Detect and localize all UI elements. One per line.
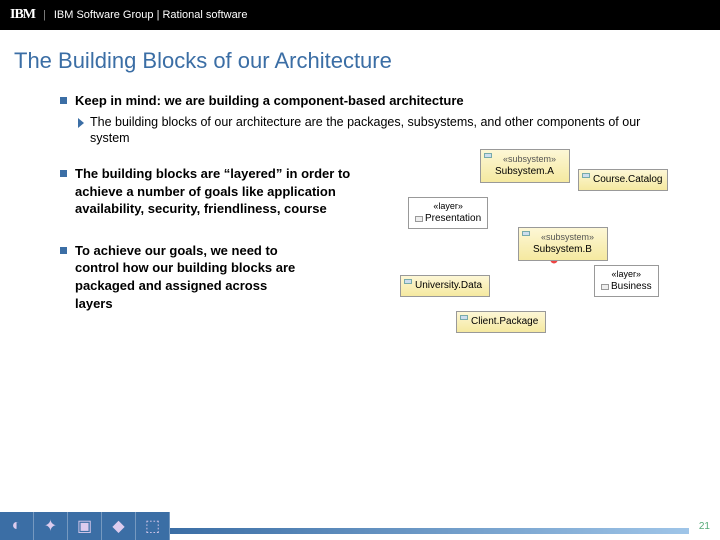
subsystem-a-label: Subsystem.A (495, 165, 564, 179)
bullet-square-icon (60, 97, 67, 104)
bullet-1-sub: The building blocks of our architecture … (78, 114, 680, 148)
stereotype-label: «layer» (415, 200, 481, 212)
ibm-logo: IBM (10, 7, 35, 23)
business-layer-box: «layer» Business (594, 265, 659, 297)
bullet-1: Keep in mind: we are building a componen… (60, 92, 680, 110)
header-divider: | (43, 9, 46, 21)
stereotype-label: «layer» (601, 268, 652, 280)
bullet-2-text: The building blocks are “layered” in ord… (75, 165, 374, 218)
folder-icon (484, 153, 492, 158)
course-catalog-box: Course.Catalog (578, 169, 668, 191)
subsystem-b-box: «subsystem» Subsystem.B (518, 227, 608, 261)
university-data-box: University.Data (400, 275, 490, 297)
client-package-label: Client.Package (471, 315, 540, 329)
subsystem-b-label: Subsystem.B (533, 243, 602, 257)
header-group: IBM Software Group | Rational software (54, 9, 248, 21)
footer-icon: ◐ (0, 512, 34, 540)
university-data-label: University.Data (415, 279, 484, 293)
page-number: 21 (689, 521, 720, 532)
course-catalog-label: Course.Catalog (593, 173, 662, 187)
stereotype-label: «subsystem» (533, 231, 602, 243)
bullet-square-icon (60, 247, 67, 254)
footer-icon: ▣ (68, 512, 102, 540)
bullet-triangle-icon (78, 118, 84, 128)
footer-icon: ✦ (34, 512, 68, 540)
bullet-3-text: To achieve our goals, we need to control… (75, 242, 300, 312)
stereotype-label: «subsystem» (495, 153, 564, 165)
folder-icon (460, 315, 468, 320)
folder-icon (582, 173, 590, 178)
bullet-1-text: Keep in mind: we are building a componen… (75, 92, 464, 110)
folder-icon (601, 284, 609, 290)
bullet-1-sub-text: The building blocks of our architecture … (90, 114, 680, 148)
subsystem-a-box: «subsystem» Subsystem.A (480, 149, 570, 183)
slide-title: The Building Blocks of our Architecture (0, 30, 720, 84)
bullet-3: To achieve our goals, we need to control… (60, 242, 300, 312)
business-label: Business (611, 281, 652, 292)
header-bar: IBM | IBM Software Group | Rational soft… (0, 0, 720, 30)
bullet-2: The building blocks are “layered” in ord… (60, 165, 374, 218)
footer-gradient-bar (170, 528, 689, 534)
folder-icon (404, 279, 412, 284)
folder-icon (522, 231, 530, 236)
bullet-square-icon (60, 170, 67, 177)
footer-icon: ◆ (102, 512, 136, 540)
footer-icon-strip: ◐ ✦ ▣ ◆ ⬚ (0, 512, 170, 540)
presentation-label: Presentation (425, 213, 481, 224)
slide-body: Keep in mind: we are building a componen… (0, 92, 720, 316)
footer: ◐ ✦ ▣ ◆ ⬚ 21 (0, 512, 720, 540)
client-package-box: Client.Package (456, 311, 546, 333)
presentation-layer-box: «layer» Presentation (408, 197, 488, 229)
folder-icon (415, 216, 423, 222)
footer-icon: ⬚ (136, 512, 170, 540)
